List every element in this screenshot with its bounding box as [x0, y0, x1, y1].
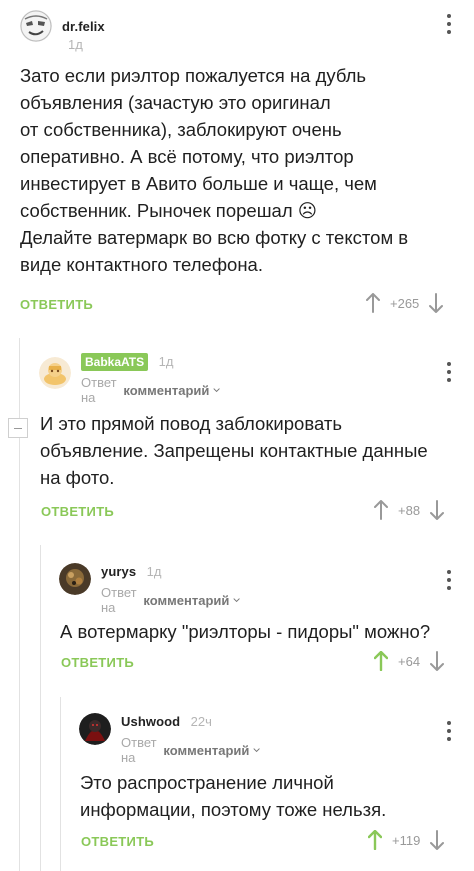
- comment-text-line: собственник. Рыночек порешал ☹: [20, 200, 318, 221]
- rating: +88: [374, 500, 445, 520]
- comment-text-line: А вотермарку "риэлторы - пидоры" можно?: [60, 621, 431, 642]
- reply-to-prefix: Ответ на: [81, 375, 117, 405]
- reply-to-link[interactable]: Ответ на комментарий: [121, 735, 261, 765]
- comment-text: А вотермарку "риэлторы - пидоры" можно?: [60, 618, 470, 645]
- downvote-icon[interactable]: [430, 830, 445, 850]
- comment-text-line: Делайте ватермарк во всю фотку с текстом…: [20, 227, 409, 248]
- more-options-icon[interactable]: [447, 14, 451, 34]
- score: +88: [398, 502, 421, 518]
- score: +265: [390, 295, 420, 311]
- author-name[interactable]: Ushwood: [121, 714, 180, 729]
- comment-text-line: на фото.: [40, 467, 115, 488]
- comment-text-line: объявления (зачастую это оригинал: [20, 92, 331, 113]
- avatar[interactable]: [79, 713, 111, 745]
- avatar[interactable]: [59, 563, 91, 595]
- comment-header: yurys 1д Ответ на комментарий: [59, 563, 241, 615]
- comment-text-line: от собственника), заблокируют очень: [20, 119, 342, 140]
- collapse-thread-button[interactable]: [8, 418, 28, 438]
- reply-to-target[interactable]: комментарий: [163, 743, 249, 758]
- comment-text-line: инвестирует в Авито больше и чаще, чем: [20, 173, 377, 194]
- comment-text-line: информации, поэтому тоже нельзя.: [80, 799, 387, 820]
- comment-header: BabkaATS 1д Ответ на комментарий: [39, 353, 221, 405]
- comment-time[interactable]: 1д: [159, 354, 174, 369]
- reply-to-target[interactable]: комментарий: [123, 383, 209, 398]
- upvote-icon[interactable]: [374, 500, 388, 520]
- reply-to-link[interactable]: Ответ на комментарий: [101, 585, 241, 615]
- upvote-icon[interactable]: [366, 293, 380, 313]
- downvote-icon[interactable]: [430, 651, 445, 671]
- author-name[interactable]: yurys: [101, 564, 136, 579]
- comment-text-line: объявление. Запрещены контактные данные: [40, 440, 428, 461]
- score: +119: [392, 832, 421, 848]
- comment-text-line: виде контактного телефона.: [20, 254, 263, 275]
- reply-to-link[interactable]: Ответ на комментарий: [81, 375, 221, 405]
- comment-time[interactable]: 1д: [147, 564, 162, 579]
- chevron-down-icon[interactable]: [233, 597, 241, 603]
- comment-text-line: И это прямой повод заблокировать: [40, 413, 342, 434]
- upvote-icon[interactable]: [374, 651, 388, 671]
- rating: +64: [374, 651, 445, 671]
- upvote-icon[interactable]: [368, 830, 382, 850]
- thread-line-level-3[interactable]: [60, 697, 61, 871]
- thread-line-level-2[interactable]: [40, 545, 41, 871]
- reply-button[interactable]: ОТВЕТИТЬ: [81, 834, 154, 849]
- more-options-icon[interactable]: [447, 362, 451, 382]
- avatar[interactable]: [39, 357, 71, 389]
- comment-header: Ushwood 22ч Ответ на комментарий: [79, 713, 261, 765]
- chevron-down-icon[interactable]: [213, 387, 221, 393]
- comment-text: Зато если риэлтор пожалуется на дубль об…: [20, 62, 460, 278]
- comment-text: Это распространение личной информации, п…: [80, 769, 460, 823]
- more-options-icon[interactable]: [447, 721, 451, 741]
- reply-button[interactable]: ОТВЕТИТЬ: [41, 504, 114, 519]
- more-options-icon[interactable]: [447, 570, 451, 590]
- score: +64: [398, 653, 421, 669]
- reply-to-prefix: Ответ на: [121, 735, 157, 765]
- reply-button[interactable]: ОТВЕТИТЬ: [61, 655, 134, 670]
- reply-to-target[interactable]: комментарий: [143, 593, 229, 608]
- reply-button[interactable]: ОТВЕТИТЬ: [20, 297, 93, 312]
- comment-text: И это прямой повод заблокировать объявле…: [40, 410, 465, 491]
- rating: +119: [368, 830, 445, 850]
- author-name[interactable]: dr.felix: [62, 19, 105, 34]
- chevron-down-icon[interactable]: [253, 747, 261, 753]
- comment-time[interactable]: 22ч: [191, 714, 212, 729]
- comment-text-line: Зато если риэлтор пожалуется на дубль: [20, 65, 367, 86]
- comment-time[interactable]: 1д: [68, 37, 83, 52]
- avatar[interactable]: [20, 10, 52, 42]
- rating: +265: [366, 293, 444, 313]
- author-name[interactable]: BabkaATS: [81, 353, 149, 371]
- comment-text-line: Это распространение личной: [80, 772, 334, 793]
- downvote-icon[interactable]: [430, 500, 445, 520]
- downvote-icon[interactable]: [429, 293, 444, 313]
- comment-text-line: оперативно. А всё потому, что риэлтор: [20, 146, 354, 167]
- comment-header: dr.felix 1д: [20, 10, 105, 54]
- reply-to-prefix: Ответ на: [101, 585, 137, 615]
